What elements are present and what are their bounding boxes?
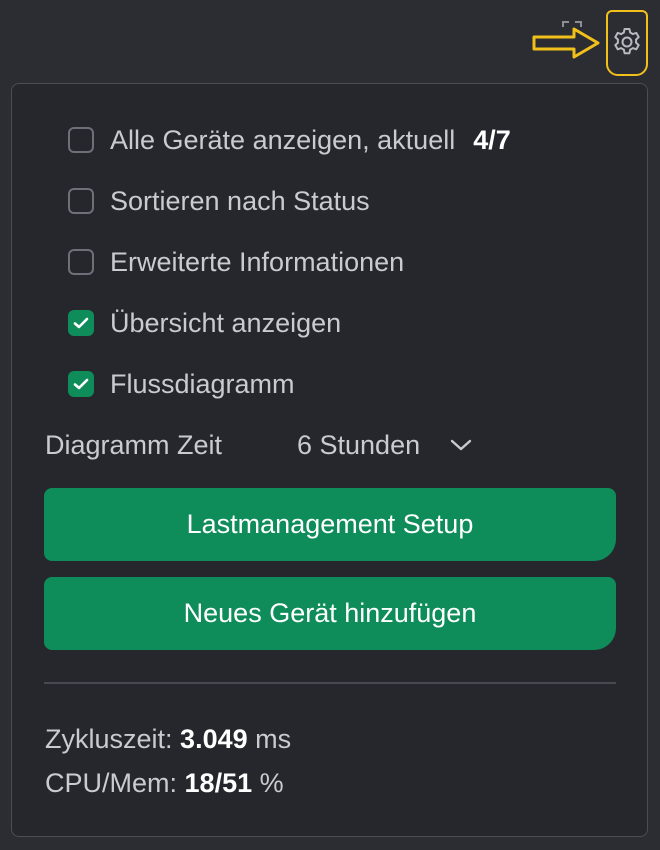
checkbox[interactable] — [68, 249, 94, 275]
cpu-mem-value: 18/51 — [184, 768, 253, 798]
diagram-time-select[interactable]: 6 Stunden — [297, 430, 472, 461]
settings-panel: Alle Geräte anzeigen, aktuell 4/7 Sortie… — [11, 83, 648, 837]
checkbox-checked[interactable] — [68, 310, 94, 336]
diagram-time-row: Diagramm Zeit 6 Stunden — [45, 427, 472, 463]
option-label: Übersicht anzeigen — [110, 307, 342, 338]
device-count: 4/7 — [473, 124, 511, 155]
option-sort-by-status[interactable]: Sortieren nach Status — [68, 185, 370, 217]
option-label: Erweiterte Informationen — [110, 246, 405, 277]
cycle-time-unit: ms — [255, 724, 292, 754]
cycle-time-stat: Zykluszeit: 3.049 ms — [45, 724, 291, 755]
check-icon — [73, 317, 89, 329]
option-label: Sortieren nach Status — [110, 185, 370, 216]
diagram-time-label: Diagramm Zeit — [45, 429, 223, 460]
cpu-mem-label: CPU/Mem: — [45, 768, 178, 798]
option-label: Alle Geräte anzeigen, aktuell — [110, 124, 456, 155]
add-device-button[interactable]: Neues Gerät hinzufügen — [44, 577, 616, 650]
checkbox[interactable] — [68, 127, 94, 153]
divider — [44, 682, 616, 684]
diagram-time-value: 6 Stunden — [297, 429, 421, 460]
checkbox[interactable] — [68, 188, 94, 214]
top-bar — [0, 0, 660, 82]
cycle-time-label: Zykluszeit: — [45, 724, 173, 754]
option-show-all-devices[interactable]: Alle Geräte anzeigen, aktuell 4/7 — [68, 124, 511, 156]
option-label: Flussdiagramm — [110, 368, 295, 399]
corner-brackets-icon[interactable] — [562, 21, 582, 37]
load-management-setup-button[interactable]: Lastmanagement Setup — [44, 488, 616, 561]
settings-button[interactable] — [606, 10, 648, 76]
check-icon — [73, 378, 89, 390]
cpu-mem-stat: CPU/Mem: 18/51 % — [45, 768, 284, 799]
checkbox-checked[interactable] — [68, 371, 94, 397]
option-show-overview[interactable]: Übersicht anzeigen — [68, 307, 341, 339]
option-extended-info[interactable]: Erweiterte Informationen — [68, 246, 404, 278]
chevron-down-icon — [450, 439, 472, 451]
gear-icon — [614, 28, 640, 55]
cpu-mem-unit: % — [259, 768, 284, 798]
option-flow-diagram[interactable]: Flussdiagramm — [68, 368, 295, 400]
cycle-time-value: 3.049 — [180, 724, 248, 754]
